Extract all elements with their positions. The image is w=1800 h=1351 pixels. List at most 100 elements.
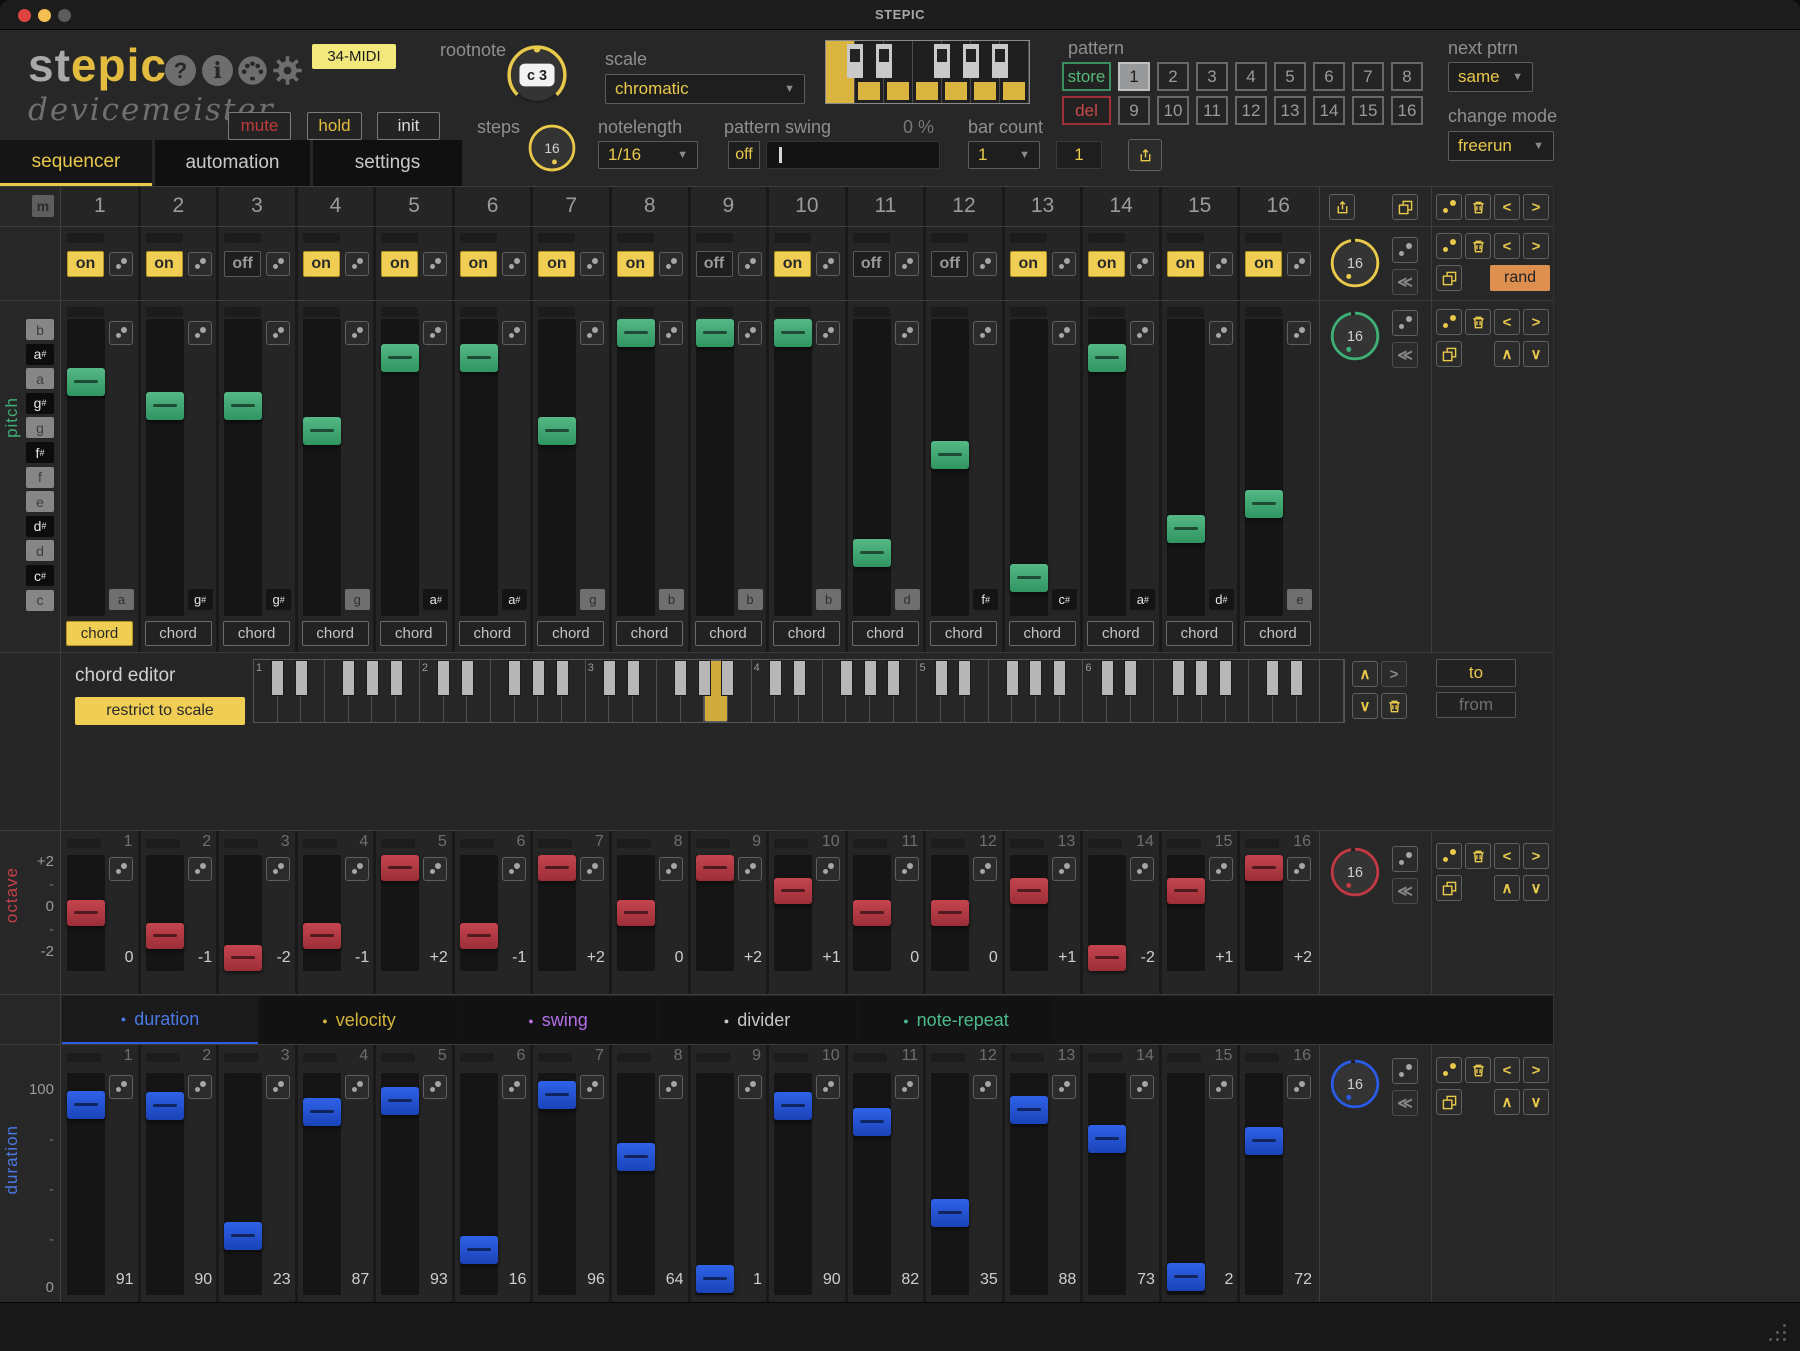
randomize-dice-button[interactable]	[659, 1075, 683, 1099]
octave-slider-9[interactable]	[696, 855, 734, 971]
pitch-slider-12[interactable]	[931, 319, 969, 616]
randomize-dice-button[interactable]	[266, 857, 290, 881]
row-length-knob[interactable]: 16	[1328, 309, 1382, 368]
delete-button[interactable]	[1465, 309, 1491, 335]
step-column-header-5[interactable]: 5	[376, 187, 452, 226]
mini-key-black[interactable]	[934, 44, 950, 78]
randomize-dice-button[interactable]	[659, 857, 683, 881]
delete-button[interactable]	[1465, 233, 1491, 259]
pattern-slot-14[interactable]: 14	[1313, 96, 1345, 125]
duration-slider-handle[interactable]	[617, 1143, 655, 1171]
pitch-slider-2[interactable]	[146, 319, 184, 616]
duration-slider-1[interactable]	[67, 1073, 105, 1295]
delete-button[interactable]	[1465, 194, 1491, 220]
pitch-slider-handle[interactable]	[146, 392, 184, 420]
pitch-slider-13[interactable]	[1010, 319, 1048, 616]
randomize-dice-button[interactable]	[738, 1075, 762, 1099]
copy-button[interactable]	[1436, 265, 1462, 291]
octave-slider-14[interactable]	[1088, 855, 1126, 971]
pitch-slider-handle[interactable]	[1167, 515, 1205, 543]
randomize-dice-button[interactable]	[738, 252, 762, 276]
gate-toggle-11[interactable]: off	[853, 251, 890, 277]
duration-slider-handle[interactable]	[67, 1091, 105, 1119]
copy-button[interactable]	[1436, 875, 1462, 901]
rewind-button[interactable]: ≪	[1392, 878, 1418, 904]
step-column-header-8[interactable]: 8	[612, 187, 688, 226]
export-row-button[interactable]	[1329, 194, 1355, 220]
randomize-dice-button[interactable]	[973, 252, 997, 276]
step-column-header-13[interactable]: 13	[1005, 187, 1081, 226]
randomize-dice-button[interactable]	[1436, 309, 1462, 335]
pitch-slider-11[interactable]	[853, 319, 891, 616]
octave-slider-6[interactable]	[460, 855, 498, 971]
randomize-dice-button[interactable]	[1392, 310, 1418, 336]
chord-button-10[interactable]: chord	[773, 621, 840, 646]
shift-left-button[interactable]: <	[1494, 233, 1520, 259]
duration-slider-handle[interactable]	[696, 1265, 734, 1293]
shift-right-button[interactable]: >	[1381, 661, 1407, 687]
octave-slider-handle[interactable]	[617, 900, 655, 926]
duration-slider-handle[interactable]	[1167, 1263, 1205, 1291]
randomize-dice-button[interactable]	[816, 252, 840, 276]
gate-toggle-7[interactable]: on	[538, 251, 575, 277]
pitch-slider-handle[interactable]	[381, 344, 419, 372]
chord-button-4[interactable]: chord	[302, 621, 369, 646]
chord-key-black[interactable]	[1101, 660, 1114, 696]
pitch-slider-handle[interactable]	[931, 441, 969, 469]
chord-key-black[interactable]	[271, 660, 284, 696]
chord-button-1[interactable]: chord	[66, 621, 133, 646]
duration-slider-handle[interactable]	[224, 1222, 262, 1250]
step-column-header-6[interactable]: 6	[455, 187, 531, 226]
chord-key-black[interactable]	[532, 660, 545, 696]
chord-key-black[interactable]	[461, 660, 474, 696]
chord-key-black[interactable]	[793, 660, 806, 696]
pitch-slider-handle[interactable]	[696, 319, 734, 347]
param-tab-note-repeat[interactable]: ●note-repeat	[858, 996, 1054, 1045]
octave-slider-1[interactable]	[67, 855, 105, 971]
duration-slider-2[interactable]	[146, 1073, 184, 1295]
copy-button[interactable]	[1436, 341, 1462, 367]
octave-slider-5[interactable]	[381, 855, 419, 971]
gate-toggle-1[interactable]: on	[67, 251, 104, 277]
randomize-dice-button[interactable]	[816, 321, 840, 345]
step-column-header-15[interactable]: 15	[1162, 187, 1238, 226]
randomize-dice-button[interactable]	[109, 252, 133, 276]
randomize-dice-button[interactable]	[973, 857, 997, 881]
chord-key-black[interactable]	[1172, 660, 1185, 696]
duration-slider-handle[interactable]	[303, 1098, 341, 1126]
octave-slider-handle[interactable]	[774, 878, 812, 904]
octave-slider-3[interactable]	[224, 855, 262, 971]
shift-left-button[interactable]: <	[1494, 309, 1520, 335]
scale-note-c[interactable]: c	[26, 590, 54, 611]
randomize-dice-button[interactable]	[266, 321, 290, 345]
scale-note-f[interactable]: f	[26, 467, 54, 488]
pitch-slider-15[interactable]	[1167, 319, 1205, 616]
randomize-dice-button[interactable]	[1436, 233, 1462, 259]
randomize-dice-button[interactable]	[1209, 252, 1233, 276]
pitch-slider-4[interactable]	[303, 319, 341, 616]
randomize-dice-button[interactable]	[109, 857, 133, 881]
chord-key-black[interactable]	[556, 660, 569, 696]
randomize-dice-button[interactable]	[1287, 252, 1311, 276]
chord-key-black[interactable]	[958, 660, 971, 696]
copy-from-button[interactable]: from	[1436, 692, 1516, 718]
tab-settings[interactable]: settings	[313, 140, 462, 186]
chord-key-black[interactable]	[627, 660, 640, 696]
chord-key-black[interactable]	[366, 660, 379, 696]
pattern-slot-1[interactable]: 1	[1118, 62, 1150, 91]
randomize-dice-button[interactable]	[109, 321, 133, 345]
scale-note-fs[interactable]: f#	[26, 442, 54, 463]
pitch-slider-handle[interactable]	[853, 539, 891, 567]
octave-slider-16[interactable]	[1245, 855, 1283, 971]
duration-slider-handle[interactable]	[931, 1199, 969, 1227]
gate-toggle-9[interactable]: off	[696, 251, 733, 277]
chord-key-black[interactable]	[603, 660, 616, 696]
randomize-dice-button[interactable]	[1052, 252, 1076, 276]
octave-slider-13[interactable]	[1010, 855, 1048, 971]
shift-down-button[interactable]: ∨	[1523, 341, 1549, 367]
pattern-slot-7[interactable]: 7	[1352, 62, 1384, 91]
pitch-slider-14[interactable]	[1088, 319, 1126, 616]
octave-slider-11[interactable]	[853, 855, 891, 971]
chord-key-black[interactable]	[721, 660, 734, 696]
octave-slider-handle[interactable]	[538, 855, 576, 881]
